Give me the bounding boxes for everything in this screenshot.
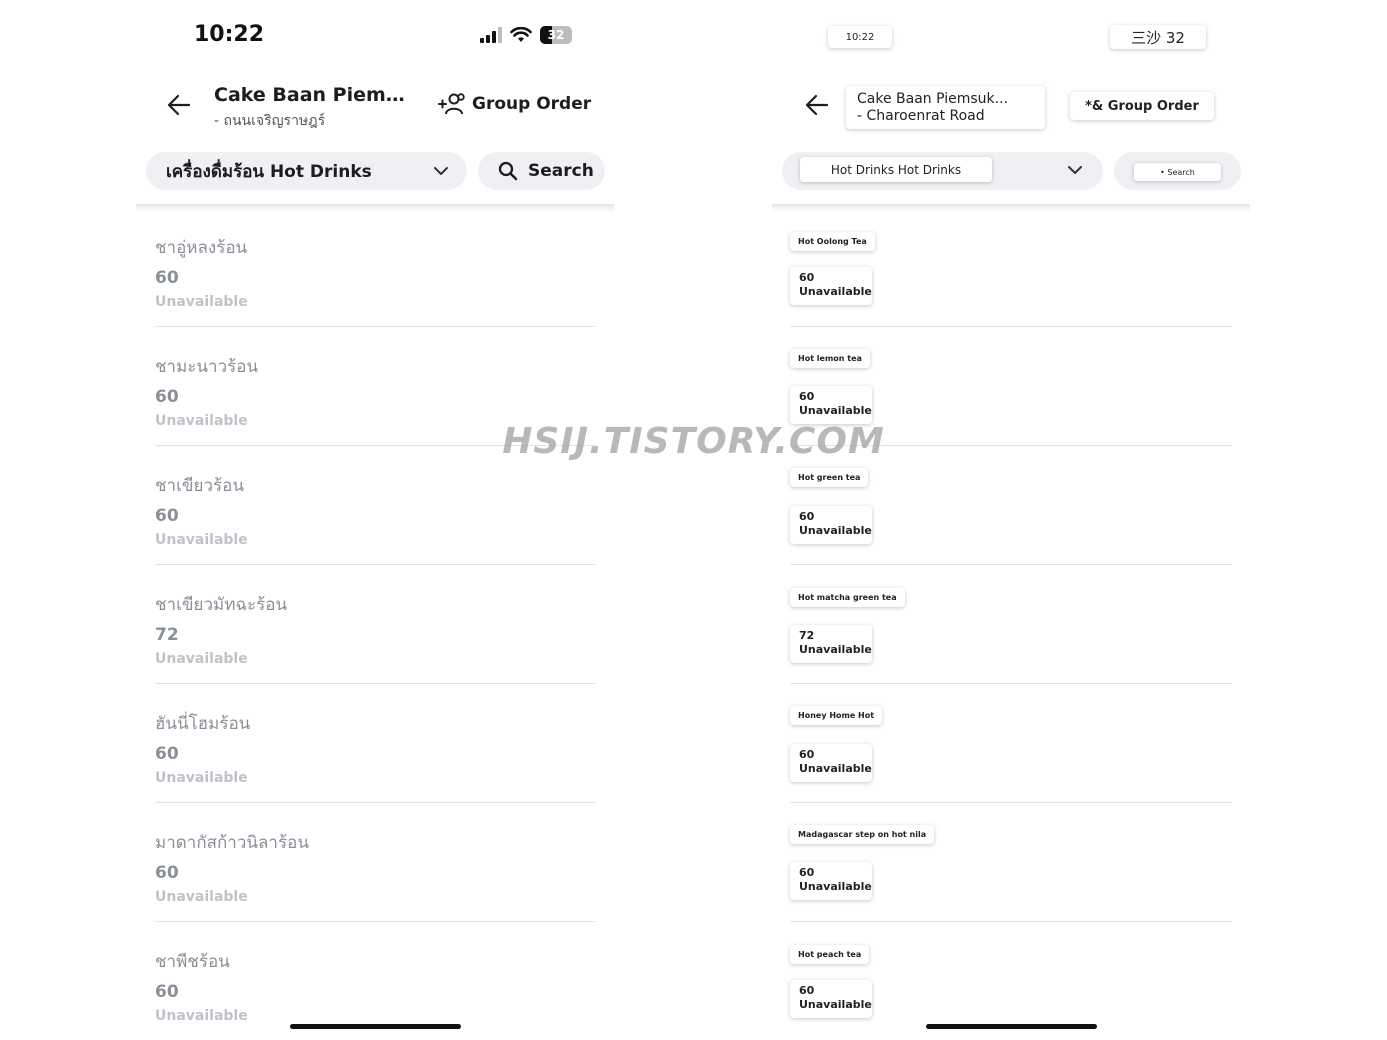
watermark: HSIJ.TISTORY.COM <box>502 421 885 462</box>
item-name: Honey Home Hot <box>790 706 883 725</box>
item-price: 72 <box>155 625 179 645</box>
item-name: Hot Oolong Tea <box>790 232 875 251</box>
chevron-down-icon <box>434 167 448 175</box>
item-price: 60 <box>799 271 815 284</box>
menu-item[interactable]: Hot matcha green tea 72 Unavailable <box>790 565 1232 684</box>
menu-item[interactable]: ชาเขียวมัทฉะร้อน 72 Unavailable <box>155 565 596 684</box>
item-price-status: 60 Unavailable <box>790 980 872 1018</box>
battery-status: 三沙 32 <box>1110 25 1206 49</box>
menu-item[interactable]: ชาอู่หลงร้อน 60 Unavailable <box>155 208 596 327</box>
item-status: Unavailable <box>155 651 248 667</box>
item-status: Unavailable <box>799 524 872 537</box>
group-order-label: Group Order <box>472 94 592 114</box>
menu-item[interactable]: มาดากัสก้าวนิลาร้อน 60 Unavailable <box>155 803 596 922</box>
item-price-status: 60 Unavailable <box>790 862 872 900</box>
status-time: 10:22 <box>828 26 892 48</box>
status-time: 10:22 <box>194 22 265 47</box>
item-price: 60 <box>155 863 179 883</box>
item-status: Unavailable <box>155 1008 248 1024</box>
menu-item[interactable]: Madagascar step on hot nila 60 Unavailab… <box>790 803 1232 922</box>
item-price: 60 <box>799 748 815 761</box>
group-order-button[interactable]: Group Order <box>438 92 591 116</box>
left-phone-screen: 10:22 32 Cake Baan Piemsuk... - ถนนเจริญ… <box>136 0 614 1040</box>
menu-item[interactable]: ชาพีชร้อน 60 Unavailable <box>155 922 596 1040</box>
item-name: ชาเขียวมัทฉะร้อน <box>155 595 288 615</box>
item-status: Unavailable <box>155 532 248 548</box>
category-label: เครื่องดื่มร้อน Hot Drinks <box>166 161 372 182</box>
item-price: 60 <box>155 982 179 1002</box>
item-price: 72 <box>799 629 815 642</box>
item-status: Unavailable <box>799 285 872 298</box>
item-name: Hot green tea <box>790 468 869 487</box>
item-price: 60 <box>799 510 815 523</box>
item-price-status: 60 Unavailable <box>790 267 872 305</box>
menu-item[interactable]: ชาเขียวร้อน 60 Unavailable <box>155 446 596 565</box>
wifi-icon <box>510 27 532 42</box>
store-name: Cake Baan Piemsuk... <box>857 91 1009 107</box>
item-price: 60 <box>155 744 179 764</box>
item-name: Hot peach tea <box>790 945 870 964</box>
store-name: Cake Baan Piemsuk... <box>214 84 414 106</box>
search-label: Search <box>528 161 594 181</box>
home-indicator[interactable] <box>926 1024 1097 1029</box>
item-price: 60 <box>799 866 815 879</box>
item-status: Unavailable <box>155 889 248 905</box>
item-price: 60 <box>155 268 179 288</box>
search-label: • Search <box>1134 163 1221 181</box>
back-arrow-icon[interactable] <box>166 92 192 118</box>
back-arrow-icon[interactable] <box>804 92 830 118</box>
battery-level: 三沙 32 <box>1131 28 1185 47</box>
item-name: Madagascar step on hot nila <box>790 825 935 844</box>
search-icon <box>498 161 518 181</box>
group-order-button[interactable]: *& Group Order <box>1070 92 1214 120</box>
store-branch: - ถนนเจริญราษฎร์ <box>214 113 326 129</box>
item-price-status: 60 Unavailable <box>790 506 872 544</box>
item-price: 60 <box>155 387 179 407</box>
group-order-label: *& Group Order <box>1085 98 1199 114</box>
item-price-status: 72 Unavailable <box>790 625 872 663</box>
signal-icon <box>480 27 502 43</box>
item-status: Unavailable <box>799 762 872 775</box>
home-indicator[interactable] <box>290 1024 461 1029</box>
item-name: Hot lemon tea <box>790 349 870 368</box>
item-name: ชาพีชร้อน <box>155 952 230 972</box>
store-branch: - Charoenrat Road <box>857 108 985 124</box>
item-status: Unavailable <box>799 998 872 1011</box>
item-status: Unavailable <box>799 404 872 417</box>
menu-item[interactable]: Hot green tea 60 Unavailable <box>790 446 1232 565</box>
item-name: ชาอู่หลงร้อน <box>155 238 248 258</box>
item-name: ชามะนาวร้อน <box>155 357 259 377</box>
item-name: ฮันนี่โฮมร้อน <box>155 714 251 734</box>
item-price-status: 60 Unavailable <box>790 386 872 424</box>
battery-level: 32 <box>547 28 565 42</box>
item-status: Unavailable <box>155 770 248 786</box>
category-dropdown[interactable]: เครื่องดื่มร้อน Hot Drinks <box>146 152 467 190</box>
search-button[interactable]: Search <box>478 152 605 190</box>
store-title: Cake Baan Piemsuk... - Charoenrat Road <box>846 86 1045 129</box>
menu-item[interactable]: Hot peach tea 60 Unavailable <box>790 922 1232 1040</box>
chevron-down-icon <box>1068 166 1082 174</box>
item-status: Unavailable <box>155 294 248 310</box>
battery-icon: 32 <box>540 26 572 44</box>
item-price: 60 <box>799 984 815 997</box>
item-name: มาดากัสก้าวนิลาร้อน <box>155 833 309 853</box>
item-status: Unavailable <box>799 880 872 893</box>
item-price: 60 <box>799 390 815 403</box>
item-status: Unavailable <box>799 643 872 656</box>
category-label: Hot Drinks Hot Drinks <box>800 157 992 182</box>
item-name: Hot matcha green tea <box>790 588 905 607</box>
item-name: ชาเขียวร้อน <box>155 476 244 496</box>
item-price: 60 <box>155 506 179 526</box>
group-users-icon <box>438 93 465 115</box>
right-phone-screen: 10:22 三沙 32 Cake Baan Piemsuk... - Charo… <box>772 0 1250 1040</box>
status-icons: 32 <box>480 26 572 44</box>
menu-item[interactable]: Honey Home Hot 60 Unavailable <box>790 684 1232 803</box>
item-price-status: 60 Unavailable <box>790 744 872 782</box>
menu-item[interactable]: Hot Oolong Tea 60 Unavailable <box>790 208 1232 327</box>
menu-item[interactable]: ฮันนี่โฮมร้อน 60 Unavailable <box>155 684 596 803</box>
